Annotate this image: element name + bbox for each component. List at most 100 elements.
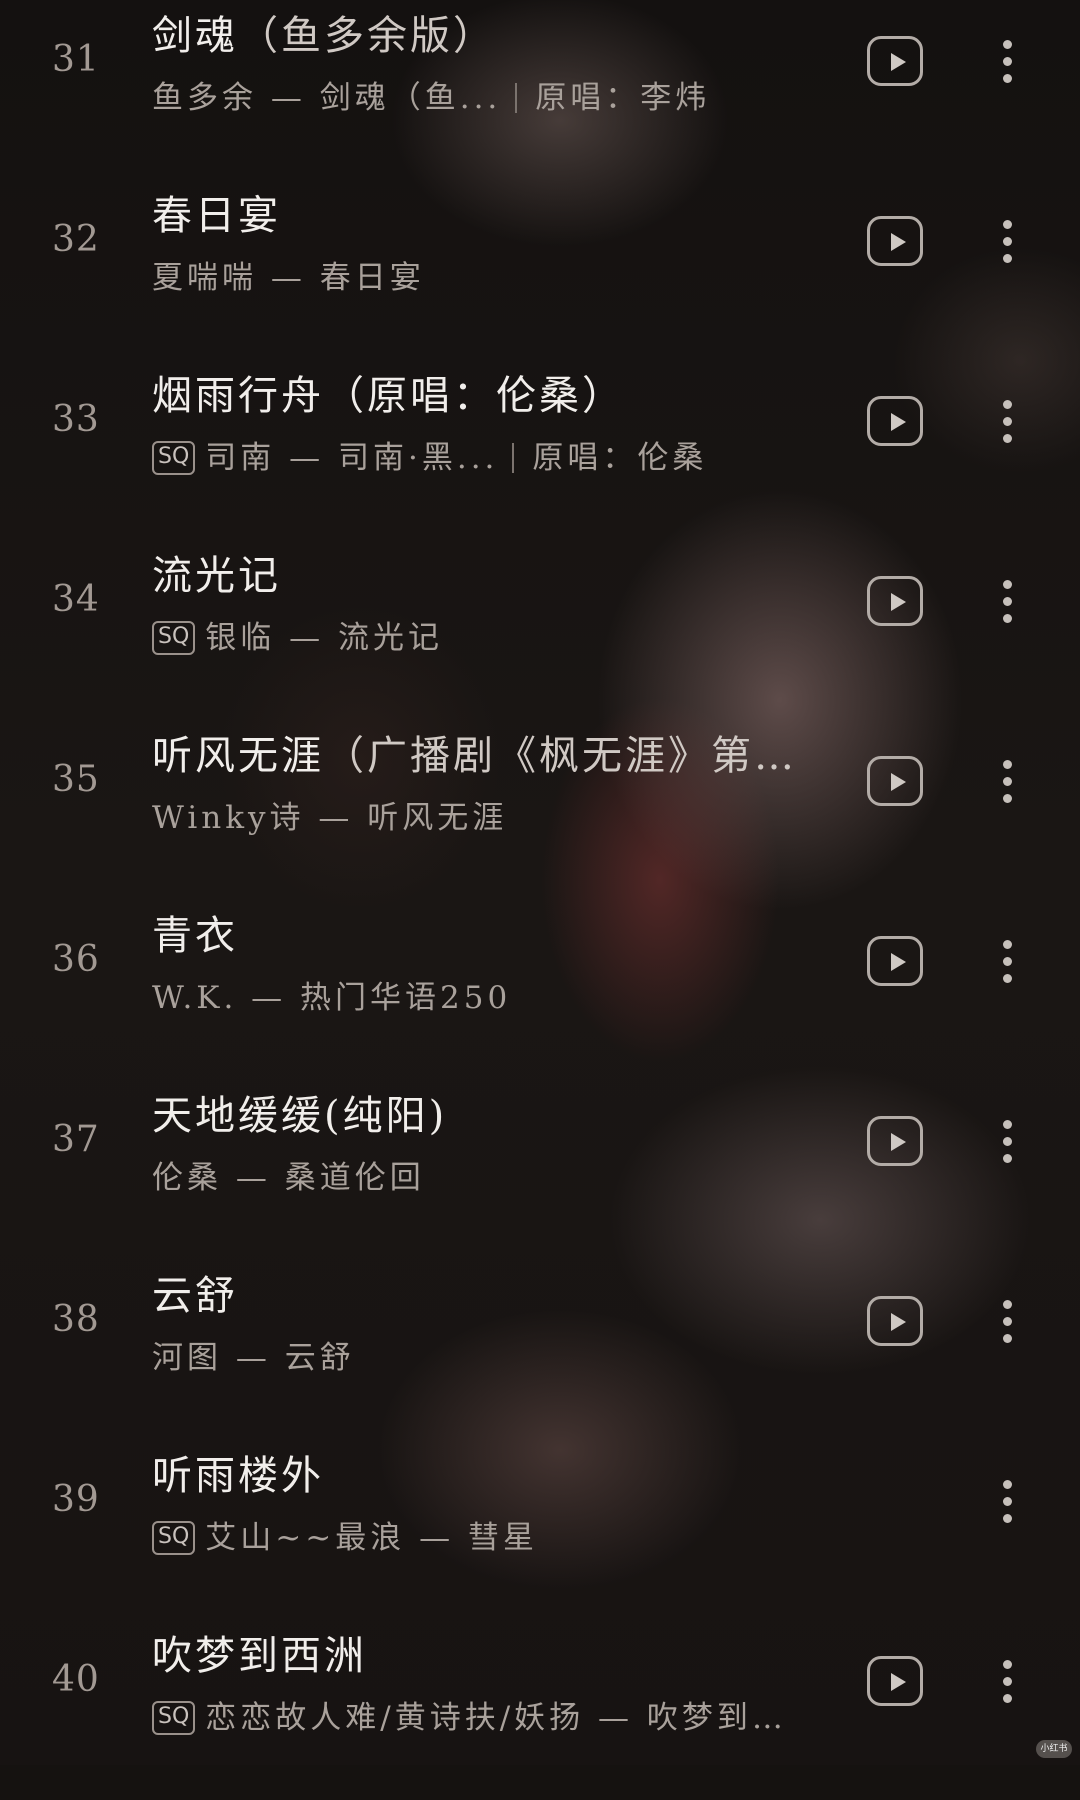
album-name[interactable]: 桑道伦回 (285, 1156, 425, 1200)
more-vertical-icon[interactable] (998, 398, 1018, 446)
album-name[interactable]: 剑魂（鱼... (320, 76, 502, 120)
meta-dash: — (419, 1520, 455, 1556)
artist-name[interactable]: W.K. (152, 976, 237, 1020)
song-meta: 河图 — 云舒 (152, 1336, 832, 1380)
song-meta: SQ 银临 — 流光记 (152, 616, 832, 660)
track-number: 35 (52, 759, 100, 800)
meta-dash: — (289, 620, 325, 656)
album-name[interactable]: 听风无涯 (367, 796, 507, 840)
track-number: 37 (52, 1119, 100, 1160)
meta-dash: — (251, 980, 287, 1016)
track-number: 33 (52, 399, 100, 440)
track-number: 34 (52, 579, 100, 620)
song-row-35[interactable]: 35 听风无涯（广播剧《枫无涯》第… Winky诗 — 听风无涯 (0, 720, 1080, 900)
song-title-main: 剑魂 (152, 13, 238, 59)
artist-name[interactable]: 夏喘喘 (152, 256, 257, 300)
artist-name[interactable]: 司南 (205, 436, 275, 480)
more-vertical-icon[interactable] (998, 1118, 1018, 1166)
track-number: 36 (52, 939, 100, 980)
more-vertical-icon[interactable] (998, 1478, 1018, 1526)
song-title-main: 青衣 (152, 913, 238, 959)
album-name[interactable]: 热门华语250 (300, 976, 511, 1020)
song-row-36[interactable]: 36 青衣 W.K. — 热门华语250 (0, 900, 1080, 1080)
meta-dash: — (598, 1700, 634, 1736)
meta-dash: — (270, 80, 306, 116)
song-title[interactable]: 云舒 (152, 1270, 832, 1322)
play-square-icon[interactable] (867, 1116, 923, 1166)
song-row-40[interactable]: 40 吹梦到西洲 SQ 恋恋故人难/黄诗扶/妖扬 — 吹梦到… (0, 1620, 1080, 1800)
song-row-31[interactable]: 31 剑魂（鱼多余版） 鱼多余 — 剑魂（鱼... 原唱：李炜 (0, 0, 1080, 180)
song-row-37[interactable]: 37 天地缓缓(纯阳) 伦桑 — 桑道伦回 (0, 1080, 1080, 1260)
song-title[interactable]: 听雨楼外 (152, 1450, 832, 1502)
artist-name[interactable]: 河图 (152, 1336, 222, 1380)
song-row-39[interactable]: 39 听雨楼外 SQ 艾山~~最浪 — 彗星 (0, 1440, 1080, 1620)
more-vertical-icon[interactable] (998, 38, 1018, 86)
more-vertical-icon[interactable] (998, 1658, 1018, 1706)
artist-name[interactable]: Winky诗 (152, 796, 305, 840)
play-square-icon[interactable] (867, 1656, 923, 1706)
play-square-icon[interactable] (867, 216, 923, 266)
song-meta: SQ 恋恋故人难/黄诗扶/妖扬 — 吹梦到… (152, 1696, 832, 1740)
more-vertical-icon[interactable] (998, 578, 1018, 626)
artist-name[interactable]: 艾山~~最浪 (205, 1516, 405, 1560)
meta-dash: — (235, 1340, 271, 1376)
more-vertical-icon[interactable] (998, 218, 1018, 266)
meta-dash: — (289, 440, 325, 476)
song-title[interactable]: 烟雨行舟（原唱：伦桑） (152, 370, 832, 422)
watermark-logo: 小红书 (1036, 1740, 1072, 1758)
song-title[interactable]: 听风无涯（广播剧《枫无涯》第… (152, 730, 832, 782)
song-row-38[interactable]: 38 云舒 河图 — 云舒 (0, 1260, 1080, 1440)
album-name[interactable]: 春日宴 (320, 256, 425, 300)
album-name[interactable]: 司南·黑... (338, 436, 498, 480)
meta-dash: — (270, 260, 306, 296)
song-meta: 伦桑 — 桑道伦回 (152, 1156, 832, 1200)
track-number: 31 (52, 39, 100, 80)
song-meta: SQ 司南 — 司南·黑... 原唱：伦桑 (152, 436, 832, 480)
sq-quality-badge: SQ (152, 1521, 196, 1555)
song-meta: 鱼多余 — 剑魂（鱼... 原唱：李炜 (152, 76, 832, 120)
album-name[interactable]: 云舒 (285, 1336, 355, 1380)
play-square-icon[interactable] (867, 1296, 923, 1346)
song-title-main: 云舒 (152, 1273, 238, 1319)
album-name[interactable]: 吹梦到… (647, 1696, 787, 1740)
song-meta: 夏喘喘 — 春日宴 (152, 256, 832, 300)
song-row-34[interactable]: 34 流光记 SQ 银临 — 流光记 (0, 540, 1080, 720)
song-title-subtitle: (纯阳) (324, 1093, 448, 1139)
play-square-icon[interactable] (867, 936, 923, 986)
artist-name[interactable]: 鱼多余 (152, 76, 257, 120)
song-title-main: 流光记 (152, 553, 281, 599)
artist-name[interactable]: 银临 (205, 616, 275, 660)
song-title[interactable]: 天地缓缓(纯阳) (152, 1090, 832, 1142)
more-vertical-icon[interactable] (998, 938, 1018, 986)
more-vertical-icon[interactable] (998, 758, 1018, 806)
track-number: 38 (52, 1299, 100, 1340)
artist-name[interactable]: 伦桑 (152, 1156, 222, 1200)
song-title[interactable]: 吹梦到西洲 (152, 1630, 832, 1682)
song-meta: W.K. — 热门华语250 (152, 976, 832, 1020)
album-name[interactable]: 彗星 (468, 1516, 538, 1560)
album-name[interactable]: 流光记 (338, 616, 443, 660)
play-square-icon[interactable] (867, 36, 923, 86)
play-square-icon[interactable] (867, 396, 923, 446)
song-title-subtitle: （鱼多余版） (238, 13, 496, 59)
track-number: 32 (52, 219, 100, 260)
song-meta: Winky诗 — 听风无涯 (152, 796, 832, 840)
song-row-33[interactable]: 33 烟雨行舟（原唱：伦桑） SQ 司南 — 司南·黑... 原唱：伦桑 (0, 360, 1080, 540)
play-square-icon[interactable] (867, 576, 923, 626)
play-square-icon[interactable] (867, 756, 923, 806)
original-singer-note: 原唱：伦桑 (532, 440, 708, 476)
more-vertical-icon[interactable] (998, 1298, 1018, 1346)
artist-name[interactable]: 恋恋故人难/黄诗扶/妖扬 (205, 1696, 584, 1740)
song-title[interactable]: 剑魂（鱼多余版） (152, 10, 832, 62)
song-row-32[interactable]: 32 春日宴 夏喘喘 — 春日宴 (0, 180, 1080, 360)
song-title-main: 吹梦到西洲 (152, 1633, 367, 1679)
meta-dash: — (235, 1160, 271, 1196)
song-title-subtitle: （原唱：伦桑） (324, 373, 625, 419)
song-title[interactable]: 春日宴 (152, 190, 832, 242)
sq-quality-badge: SQ (152, 441, 196, 475)
song-title-main: 烟雨行舟 (152, 373, 324, 419)
song-title[interactable]: 青衣 (152, 910, 832, 962)
meta-divider (512, 443, 515, 473)
song-title-subtitle: （广播剧《枫无涯》第… (324, 733, 797, 779)
song-title[interactable]: 流光记 (152, 550, 832, 602)
